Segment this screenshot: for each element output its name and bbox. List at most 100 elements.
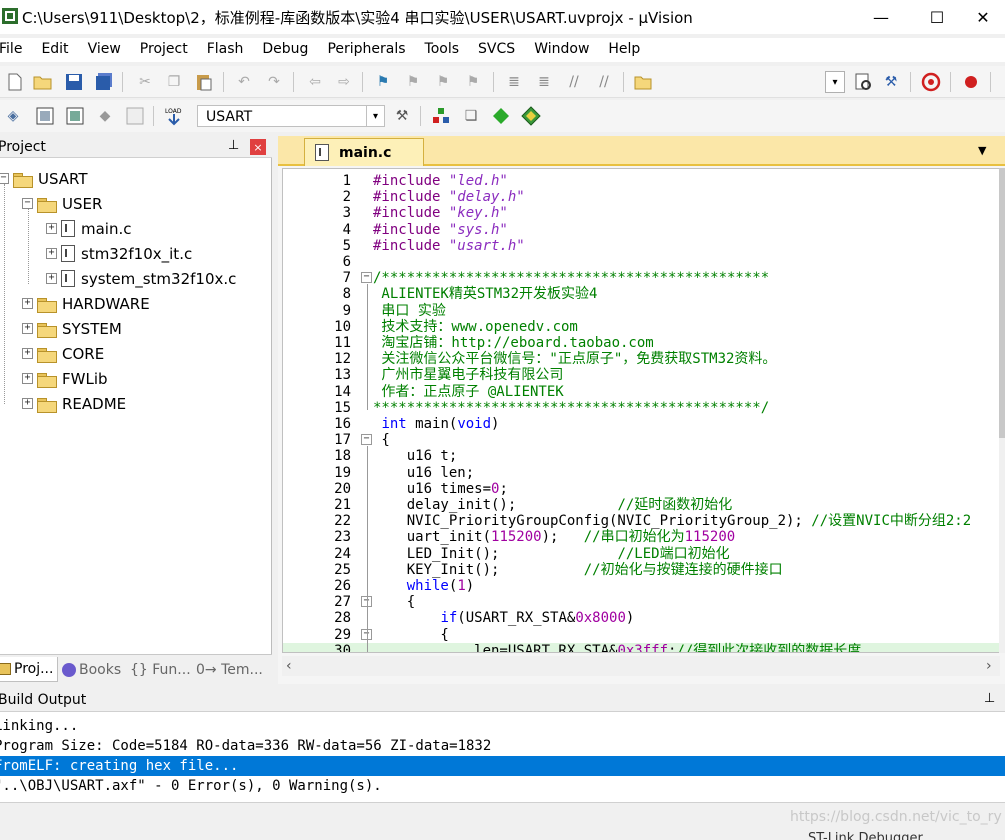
menu-peripherals[interactable]: Peripherals [327, 38, 405, 62]
menu-svcs[interactable]: SVCS [478, 38, 515, 62]
expand-icon[interactable]: + [22, 373, 33, 384]
expand-icon[interactable]: + [46, 223, 57, 234]
uncomment-icon[interactable]: // [593, 71, 615, 93]
maximize-button[interactable]: ☐ [914, 0, 960, 34]
rebuild-icon[interactable] [64, 105, 86, 127]
code-line[interactable]: 30 len=USART_RX_STA&0x3fff;//得到此次接收到的数据长… [283, 642, 999, 652]
code-line[interactable]: 18 u16 t; [283, 448, 999, 464]
menu-project[interactable]: Project [140, 38, 188, 62]
target-select[interactable]: USART ▾ [197, 105, 385, 127]
nav-back-icon[interactable]: ⇦ [304, 71, 326, 93]
code-line[interactable]: 11 淘宝店铺：http://eboard.taobao.com [283, 335, 999, 351]
code-line[interactable]: 23 uart_init(115200); //串口初始化为115200 [283, 529, 999, 545]
translate-icon[interactable]: ◈ [2, 105, 24, 127]
code-line[interactable]: 13 广州市星翼电子科技有限公司 [283, 367, 999, 383]
fold-toggle-icon[interactable]: − [361, 434, 372, 446]
fold-toggle-icon[interactable]: − [361, 272, 372, 284]
tree-group-core[interactable]: + CORE [22, 341, 104, 366]
expand-icon[interactable]: + [22, 348, 33, 359]
tab-functions[interactable]: {} Fun... [130, 657, 191, 682]
tab-books[interactable]: Books [62, 657, 126, 682]
code-line[interactable]: 5 #include "usart.h" [283, 238, 999, 254]
new-file-icon[interactable] [4, 71, 26, 93]
tree-group-system[interactable]: + SYSTEM [22, 316, 122, 341]
code-line[interactable]: 21 delay_init(); //延时函数初始化 [283, 497, 999, 513]
tree-group-readme[interactable]: + README [22, 391, 126, 416]
code-line[interactable]: 17− { [283, 432, 999, 448]
vertical-scrollbar[interactable] [999, 168, 1005, 653]
tree-file-main-c[interactable]: + main.c [46, 216, 132, 241]
breakpoint-icon[interactable] [960, 71, 982, 93]
pack-installer-icon[interactable] [490, 105, 512, 127]
tab-list-dropdown-icon[interactable]: ▼ [978, 144, 986, 157]
code-line[interactable]: 3 #include "key.h" [283, 205, 999, 221]
bookmark-clear-icon[interactable]: ⚑ [462, 71, 484, 93]
code-line[interactable]: 7−/*************************************… [283, 270, 999, 286]
manage-project-items-icon[interactable] [430, 105, 452, 127]
vertical-scrollbar-thumb[interactable] [999, 168, 1005, 438]
expand-icon[interactable]: + [22, 298, 33, 309]
stop-build-icon[interactable] [124, 105, 146, 127]
build-output-line[interactable]: Program Size: Code=5184 RO-data=336 RW-d… [0, 736, 1005, 756]
code-line[interactable]: 16 int main(void) [283, 416, 999, 432]
scroll-left-icon[interactable]: ‹ [286, 658, 292, 674]
tree-group-hardware[interactable]: + HARDWARE [22, 291, 150, 316]
collapse-icon[interactable]: − [0, 173, 9, 184]
copy-items-icon[interactable]: ❏ [460, 105, 482, 127]
nav-forward-icon[interactable]: ⇨ [333, 71, 355, 93]
paste-icon[interactable] [193, 71, 215, 93]
tree-group-user[interactable]: − USER [22, 191, 102, 216]
batch-build-icon[interactable]: ◆ [94, 105, 116, 127]
find-combo-dropdown[interactable]: ▾ [825, 71, 845, 93]
build-output-line[interactable]: FromELF: creating hex file... [0, 756, 1005, 776]
expand-icon[interactable]: + [22, 323, 33, 334]
scroll-right-icon[interactable]: › [986, 658, 992, 674]
horizontal-scrollbar[interactable]: ‹ › [282, 656, 1000, 676]
tree-target-usart[interactable]: − USART [0, 166, 88, 191]
comment-icon[interactable]: // [563, 71, 585, 93]
code-line[interactable]: 2 #include "delay.h" [283, 189, 999, 205]
menu-file[interactable]: File [0, 38, 22, 62]
code-line[interactable]: 19 u16 len; [283, 465, 999, 481]
code-line[interactable]: 25 KEY_Init(); //初始化与按键连接的硬件接口 [283, 562, 999, 578]
cut-icon[interactable]: ✂ [134, 71, 156, 93]
code-line[interactable]: 20 u16 times=0; [283, 481, 999, 497]
tree-file-stm32f10x-it[interactable]: + stm32f10x_it.c [46, 241, 192, 266]
code-line[interactable]: 4 #include "sys.h" [283, 222, 999, 238]
indent-icon[interactable]: ≣ [503, 71, 525, 93]
panel-close-icon[interactable]: × [250, 139, 266, 155]
bookmark-prev-icon[interactable]: ⚑ [402, 71, 424, 93]
code-line[interactable]: 22 NVIC_PriorityGroupConfig(NVIC_Priorit… [283, 513, 999, 529]
bookmark-next-icon[interactable]: ⚑ [432, 71, 454, 93]
tree-group-fwlib[interactable]: + FWLib [22, 366, 108, 391]
unindent-icon[interactable]: ≣ [533, 71, 555, 93]
target-options-icon[interactable]: ⚒ [391, 105, 413, 127]
code-line[interactable]: 27− { [283, 594, 999, 610]
find-icon[interactable] [852, 71, 874, 93]
build-output-line[interactable]: "..\OBJ\USART.axf" - 0 Error(s), 0 Warni… [0, 776, 1005, 796]
pin-icon[interactable]: ⊥ [984, 691, 995, 706]
find-in-files-icon[interactable] [632, 71, 654, 93]
manage-rte-icon[interactable] [520, 105, 542, 127]
save-all-icon[interactable] [93, 71, 115, 93]
code-line[interactable]: 14 作者：正点原子 @ALIENTEK [283, 384, 999, 400]
menu-edit[interactable]: Edit [41, 38, 68, 62]
debug-session-icon[interactable] [920, 71, 942, 93]
expand-icon[interactable]: + [46, 273, 57, 284]
build-icon[interactable] [34, 105, 56, 127]
menu-help[interactable]: Help [608, 38, 640, 62]
target-dropdown-arrow[interactable]: ▾ [366, 106, 384, 126]
menu-debug[interactable]: Debug [262, 38, 308, 62]
pin-icon[interactable]: ⊥ [228, 138, 239, 153]
code-line[interactable]: 24 LED_Init(); //LED端口初始化 [283, 546, 999, 562]
undo-icon[interactable]: ↶ [233, 71, 255, 93]
menu-tools[interactable]: Tools [425, 38, 460, 62]
open-folder-icon[interactable] [32, 71, 54, 93]
collapse-icon[interactable]: − [22, 198, 33, 209]
tab-project[interactable]: Proj... [0, 657, 58, 682]
close-button[interactable]: ✕ [960, 0, 1005, 34]
code-line[interactable]: 28 if(USART_RX_STA&0x8000) [283, 610, 999, 626]
code-line[interactable]: 9 串口 实验 [283, 303, 999, 319]
redo-icon[interactable]: ↷ [263, 71, 285, 93]
code-line[interactable]: 26 while(1) [283, 578, 999, 594]
